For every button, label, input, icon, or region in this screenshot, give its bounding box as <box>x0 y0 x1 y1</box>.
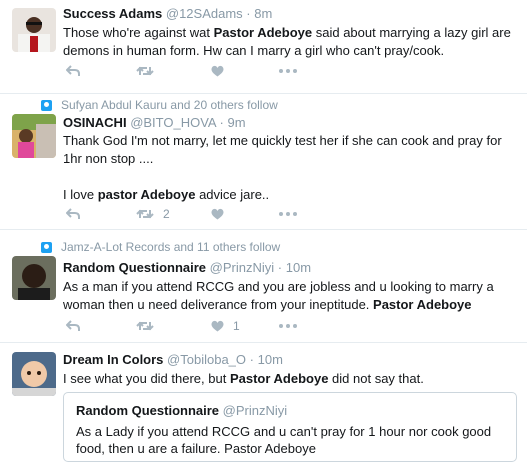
more-button[interactable] <box>279 63 297 79</box>
tweet[interactable]: Jamz-A-Lot Records and 11 others follow … <box>0 230 527 343</box>
more-button[interactable] <box>279 206 297 222</box>
retweet-button[interactable]: 2 <box>136 206 170 222</box>
tweet-text-part: I love <box>63 187 98 202</box>
reply-button[interactable] <box>66 318 80 334</box>
tweet-text-part: advice jare.. <box>195 187 270 202</box>
tweet-actions: 2 <box>66 206 326 222</box>
retweet-icon <box>136 321 154 331</box>
tweet-text: Thank God I'm not marry, let me quickly … <box>63 132 513 204</box>
tweet-text-part: Those who're against wat <box>63 25 214 40</box>
quoted-author-name: Random Questionnaire <box>76 403 220 418</box>
reply-button[interactable] <box>66 63 80 79</box>
quoted-text: As a Lady if you attend RCCG and u can't… <box>76 424 492 456</box>
highlight-term: Pastor Adeboye <box>373 297 472 312</box>
reply-icon <box>66 65 80 76</box>
tweet-text-part: Thank God I'm not marry, let me quickly … <box>63 133 502 166</box>
follow-badge-icon <box>41 241 52 253</box>
social-context-text: Jamz-A-Lot Records and 11 others follow <box>61 240 281 254</box>
retweet-button[interactable] <box>136 318 154 334</box>
more-icon <box>279 69 297 73</box>
timestamp[interactable]: 9m <box>227 115 245 130</box>
avatar[interactable] <box>12 352 56 396</box>
tweet[interactable]: Dream In Colors @Tobiloba_O · 10m I see … <box>0 343 527 471</box>
highlight-term: Pastor Adeboye <box>229 371 329 386</box>
tweet-text-part: did not say that. <box>328 371 424 386</box>
reply-icon <box>66 320 80 331</box>
separator-dot: · <box>219 115 224 130</box>
more-icon <box>279 212 297 216</box>
tweet[interactable]: Success Adams @12SAdams · 8m Those who'r… <box>0 0 527 94</box>
retweet-icon <box>136 209 154 219</box>
avatar[interactable] <box>12 114 56 158</box>
author-handle[interactable]: @PrinzNiyi <box>210 260 274 275</box>
timestamp[interactable]: 10m <box>258 352 283 367</box>
author-name[interactable]: Success Adams <box>63 6 162 21</box>
tweet-actions: 1 <box>66 318 326 334</box>
more-button[interactable] <box>279 318 297 334</box>
tweet-text: I see what you did there, but Pastor Ade… <box>63 370 513 388</box>
highlight-term: pastor Adeboye <box>97 187 196 202</box>
like-icon <box>211 320 224 332</box>
reply-button[interactable] <box>66 206 80 222</box>
retweet-count: 2 <box>163 207 170 221</box>
like-icon <box>211 65 224 77</box>
like-button[interactable]: 1 <box>211 318 240 334</box>
separator-dot: · <box>249 352 254 367</box>
avatar[interactable] <box>12 256 56 300</box>
social-context[interactable]: Jamz-A-Lot Records and 11 others follow <box>41 240 280 254</box>
tweet-actions <box>66 63 326 79</box>
like-count: 1 <box>233 319 240 333</box>
separator-dot: · <box>246 6 251 21</box>
quoted-author-handle: @PrinzNiyi <box>222 403 288 418</box>
avatar[interactable] <box>12 8 56 52</box>
tweet-text: As a man if you attend RCCG and you are … <box>63 278 513 314</box>
like-button[interactable] <box>211 63 224 79</box>
more-icon <box>279 324 297 328</box>
highlight-term: Pastor Adeboye <box>213 25 313 40</box>
retweet-button[interactable] <box>136 63 154 79</box>
tweet-text-part: I see what you did there, but <box>63 371 230 386</box>
author-name[interactable]: Random Questionnaire <box>63 260 206 275</box>
separator-dot: · <box>277 260 283 275</box>
social-context[interactable]: Sufyan Abdul Kauru and 20 others follow <box>41 98 278 112</box>
author-name[interactable]: OSINACHI <box>63 115 127 130</box>
author-handle[interactable]: @12SAdams <box>166 6 243 21</box>
tweet[interactable]: Sufyan Abdul Kauru and 20 others follow … <box>0 94 527 230</box>
like-icon <box>211 208 224 220</box>
like-button[interactable] <box>211 206 224 222</box>
quoted-tweet[interactable]: Random Questionnaire @PrinzNiyi As a Lad… <box>63 392 517 462</box>
reply-icon <box>66 208 80 219</box>
author-name[interactable]: Dream In Colors <box>63 352 163 367</box>
timestamp[interactable]: 8m <box>254 6 272 21</box>
timestamp[interactable]: 10m <box>286 260 311 275</box>
tweet-text: Those who're against wat Pastor Adeboye … <box>63 24 513 60</box>
retweet-icon <box>136 66 154 76</box>
follow-badge-icon <box>41 99 52 111</box>
author-handle[interactable]: @Tobiloba_O <box>167 352 246 367</box>
author-handle[interactable]: @BITO_HOVA <box>130 115 216 130</box>
social-context-text: Sufyan Abdul Kauru and 20 others follow <box>61 98 278 112</box>
